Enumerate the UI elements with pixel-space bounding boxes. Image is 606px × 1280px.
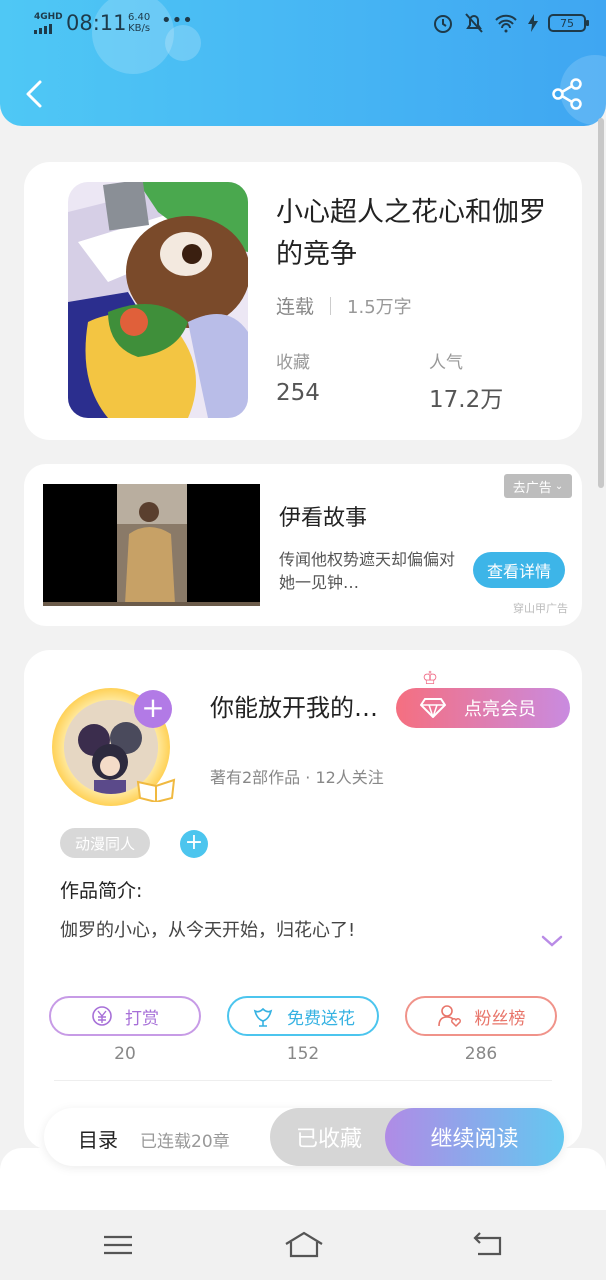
- send-flower-label: 免费送花: [287, 1008, 355, 1029]
- ad-description: 传闻他权势遮天却偏偏对她一见钟…: [279, 550, 456, 592]
- net-speed: 6.40 KB/s: [128, 12, 150, 34]
- book-info-card: 小心超人之花心和伽罗的竞争 连载 1.5万字 收藏 254 人气 17.2万: [24, 162, 582, 440]
- popularity-value: 17.2万: [429, 387, 504, 413]
- net-speed-value: 6.40: [128, 12, 151, 23]
- divider: [54, 1080, 552, 1081]
- top-header: 4GHD 08:11 6.40 KB/s ••• 75: [0, 0, 606, 126]
- reward-button[interactable]: 打赏: [49, 996, 201, 1036]
- battery-icon: 75: [548, 14, 589, 32]
- back-nav-icon[interactable]: [470, 1230, 506, 1260]
- word-count: 1.5万字: [347, 296, 412, 318]
- more-dots: •••: [161, 10, 193, 31]
- chapter-count[interactable]: 已连载20章: [140, 1127, 230, 1152]
- author-card: + 你能放开我的… ♔ 点亮会员 著有2部作品 · 12人关注 动漫同人 + 作…: [24, 650, 582, 1150]
- book-badge-icon: [136, 778, 176, 802]
- fan-ranking-label: 粉丝榜: [474, 1008, 526, 1029]
- favorites-label: 收藏: [276, 353, 310, 373]
- author-meta: 著有2部作品 · 12人关注: [210, 768, 384, 787]
- flower-icon: [253, 1007, 273, 1027]
- alarm-icon: [434, 15, 452, 33]
- coin-icon: [92, 1006, 112, 1026]
- back-button[interactable]: [20, 76, 50, 112]
- intro-text: 伽罗的小心，从今天开始，归花心了!: [60, 920, 356, 941]
- divider: [330, 296, 332, 315]
- menu-icon[interactable]: [100, 1230, 136, 1260]
- author-name[interactable]: 你能放开我的…: [210, 688, 378, 723]
- continue-reading-button[interactable]: 继续阅读: [385, 1108, 564, 1166]
- share-button[interactable]: [550, 76, 584, 112]
- reading-bar: 目录 已连载20章 已收藏 继续阅读: [44, 1108, 564, 1166]
- book-title: 小心超人之花心和伽罗的竞争: [276, 197, 546, 270]
- ad-source: 穿山甲广告: [513, 602, 568, 615]
- remove-ad-label: 去广告: [512, 480, 552, 496]
- net-speed-unit: KB/s: [128, 23, 151, 34]
- fan-count: 286: [464, 1044, 498, 1064]
- add-tag-button[interactable]: +: [180, 830, 208, 858]
- popularity-label: 人气: [429, 353, 463, 373]
- signal-icon: [34, 24, 52, 34]
- ad-title: 伊看故事: [279, 506, 368, 531]
- clock: 08:11: [66, 11, 127, 35]
- reward-label: 打赏: [125, 1008, 159, 1029]
- wifi-icon: [495, 14, 517, 33]
- book-cover[interactable]: [68, 182, 248, 418]
- ad-details-button[interactable]: 查看详情: [473, 552, 565, 588]
- user-heart-icon: [437, 1005, 461, 1028]
- flower-count: 152: [286, 1044, 320, 1064]
- follow-author-button[interactable]: +: [134, 690, 172, 728]
- cover-illustration: [68, 182, 248, 418]
- chevron-down-icon: ⌄: [554, 480, 564, 492]
- ad-video[interactable]: [43, 484, 260, 606]
- intro-label: 作品简介:: [60, 880, 143, 902]
- charging-icon: [528, 14, 538, 32]
- ad-video-frame: [43, 484, 260, 606]
- toc-button[interactable]: 目录: [78, 1124, 118, 1153]
- favorites-value: 254: [276, 380, 320, 406]
- fan-ranking-button[interactable]: 粉丝榜: [405, 996, 557, 1036]
- mute-bell-icon: [465, 13, 483, 33]
- crown-icon: ♔: [422, 668, 439, 689]
- remove-ad-button[interactable]: 去广告 ⌄: [504, 474, 572, 498]
- book-status-row: 连载 1.5万字: [276, 292, 412, 319]
- network-type: 4GHD: [34, 12, 63, 22]
- home-icon[interactable]: [283, 1230, 325, 1260]
- ad-card[interactable]: 去广告 ⌄ 伊看故事 传闻他权势遮天却偏偏对她一见钟… 查看详情 穿山甲广告: [24, 464, 582, 626]
- battery-level: 75: [560, 16, 574, 30]
- expand-chevron-icon[interactable]: [540, 932, 564, 950]
- genre-tag[interactable]: 动漫同人: [60, 828, 150, 858]
- scrollbar[interactable]: [598, 118, 604, 488]
- reward-count: 20: [114, 1044, 136, 1064]
- serial-status: 连载: [276, 296, 315, 318]
- vip-button-label: 点亮会员: [464, 699, 536, 720]
- system-nav-bar: [0, 1210, 606, 1280]
- send-flower-button[interactable]: 免费送花: [227, 996, 379, 1036]
- diamond-icon: [420, 698, 446, 718]
- status-bar: 4GHD 08:11 6.40 KB/s ••• 75: [0, 0, 606, 48]
- vip-button[interactable]: 点亮会员: [396, 688, 570, 728]
